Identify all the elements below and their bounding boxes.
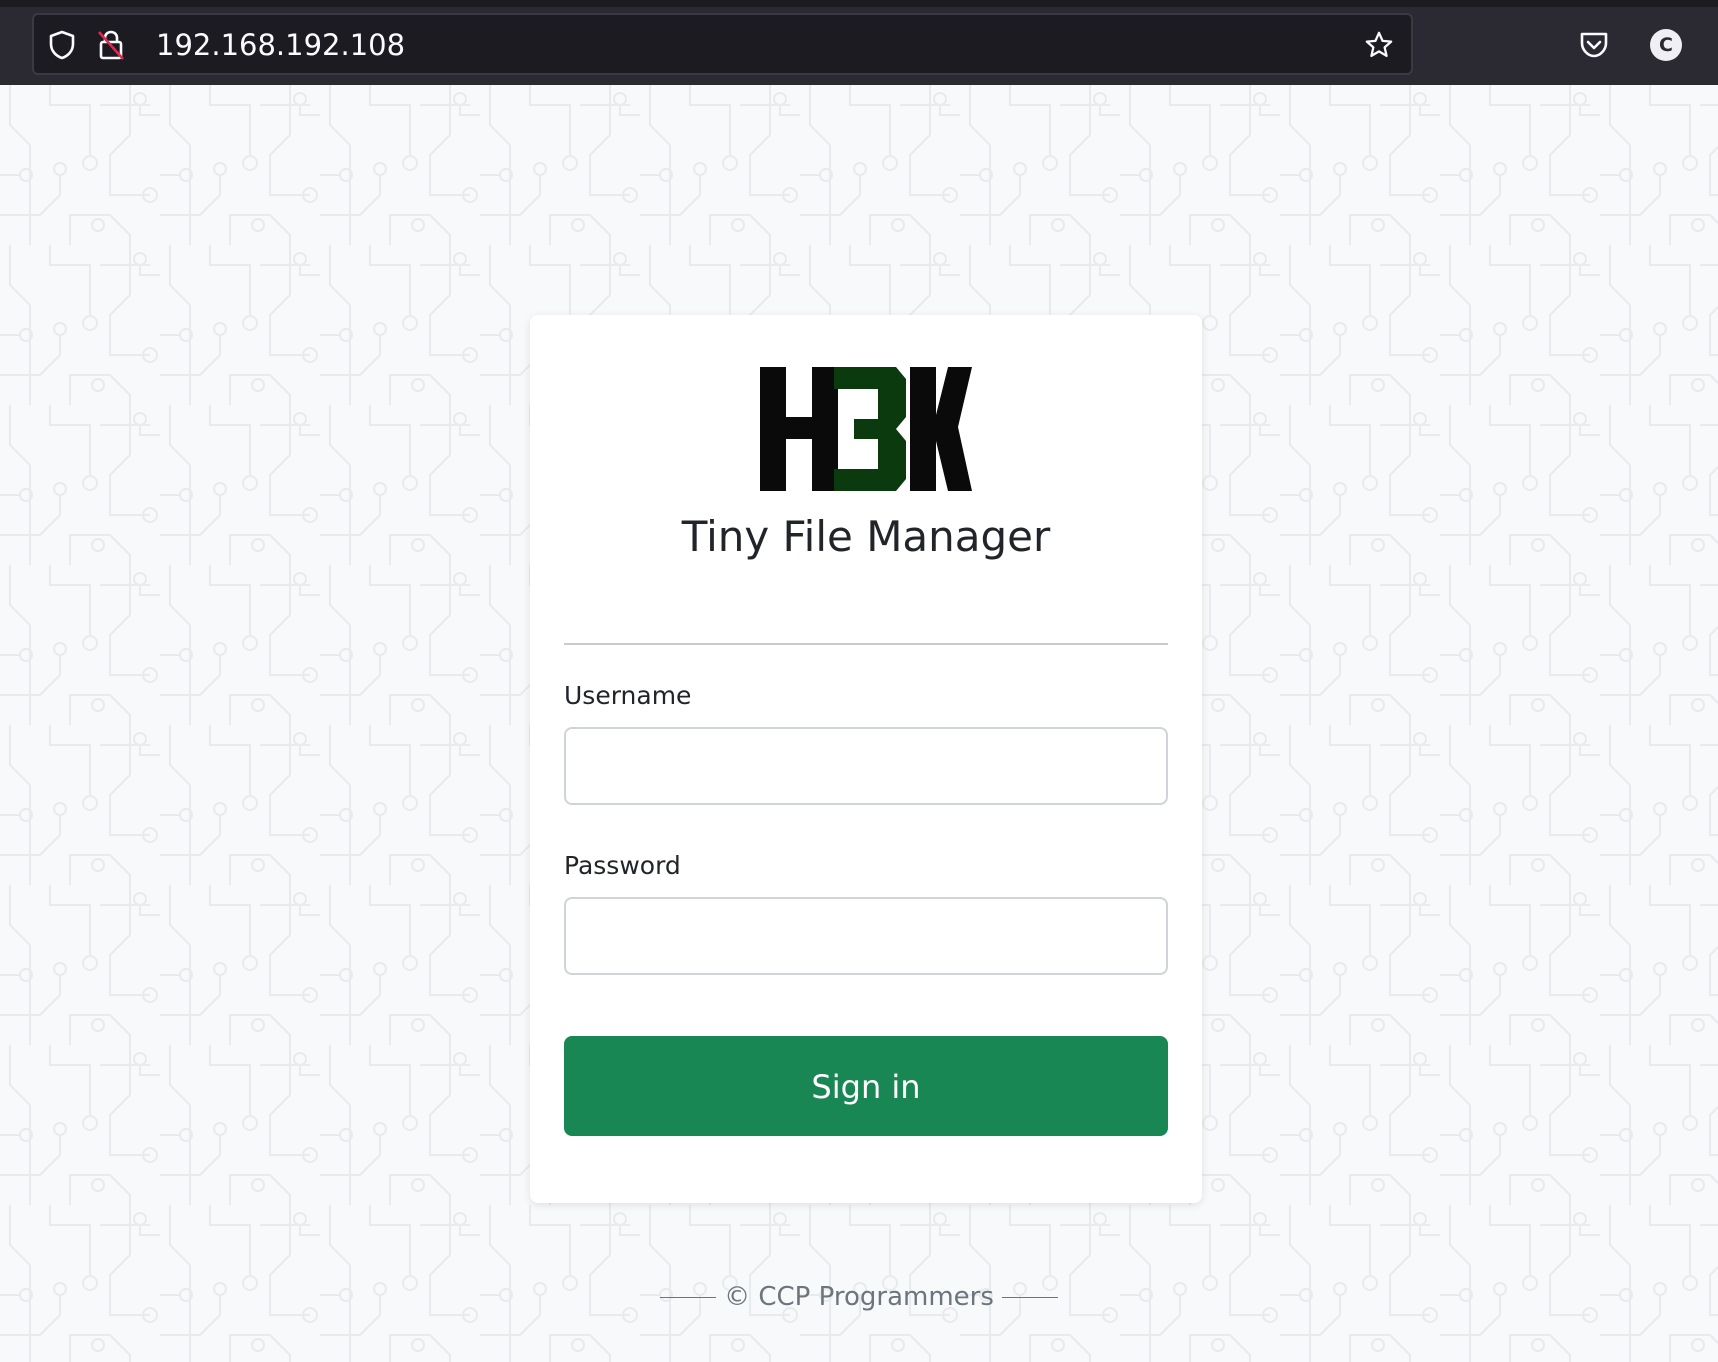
url-text[interactable]: 192.168.192.108	[156, 29, 405, 61]
sign-in-button[interactable]: Sign in	[564, 1036, 1168, 1136]
account-avatar[interactable]: C	[1648, 27, 1684, 63]
copyright-text: © CCP Programmers	[724, 1282, 994, 1312]
avatar-initial: C	[1650, 29, 1682, 61]
footer-rule-left	[660, 1296, 717, 1298]
lock-insecure-icon[interactable]	[96, 30, 126, 60]
page-viewport: Tiny File Manager Username Password Sign…	[0, 85, 1718, 1362]
browser-toolbar: 192.168.192.108 C	[0, 0, 1718, 85]
password-input[interactable]	[564, 897, 1168, 975]
address-bar[interactable]: 192.168.192.108	[32, 13, 1413, 75]
footer: © CCP Programmers	[0, 1282, 1718, 1312]
username-label: Username	[564, 681, 692, 710]
h3k-logo	[760, 367, 972, 491]
pocket-icon[interactable]	[1576, 27, 1612, 63]
password-label: Password	[564, 851, 681, 880]
footer-rule-right	[1001, 1296, 1058, 1298]
divider	[564, 643, 1168, 645]
login-card: Tiny File Manager Username Password Sign…	[530, 315, 1202, 1203]
app-title: Tiny File Manager	[681, 512, 1051, 561]
username-input[interactable]	[564, 727, 1168, 805]
shield-icon[interactable]	[47, 30, 77, 60]
star-icon[interactable]	[1364, 30, 1394, 60]
